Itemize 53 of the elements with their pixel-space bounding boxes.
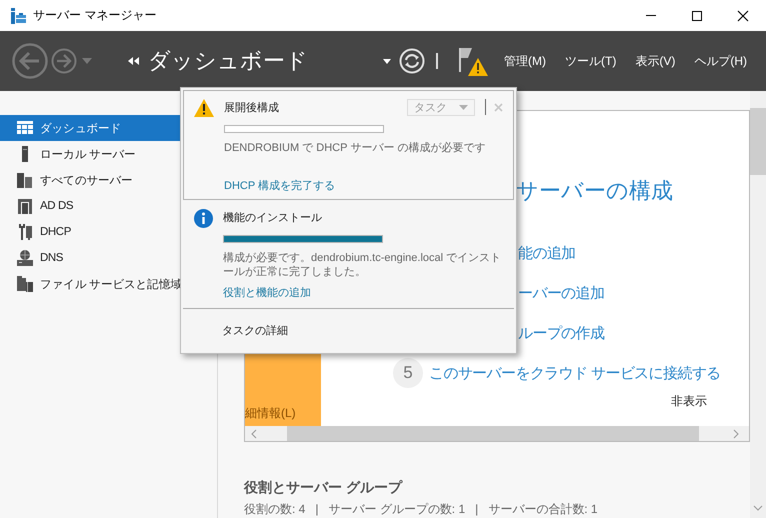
scrollbar-thumb[interactable]: [750, 108, 766, 175]
step-link[interactable]: このサーバーをクラウド サービスに接続する: [429, 364, 721, 382]
task-details-link[interactable]: タスクの詳細: [222, 323, 288, 338]
caret-icon: [82, 58, 92, 64]
menu-item[interactable]: 表示(V): [635, 52, 676, 70]
maximize-icon: [691, 10, 703, 22]
chevron-down-icon: [753, 505, 763, 511]
info-icon: [194, 209, 213, 228]
step-link[interactable]: 能の追加: [518, 244, 576, 262]
refresh-icon: [399, 48, 425, 74]
notifications-button[interactable]: [458, 46, 488, 76]
menu-item[interactable]: ヘルプ(H): [694, 52, 747, 70]
hide-link[interactable]: 非表示: [671, 393, 707, 410]
horizontal-scrollbar[interactable]: [245, 426, 749, 441]
wrench-server-icon: [17, 224, 33, 240]
notification-title: 展開後構成: [224, 100, 280, 114]
quick-start-heading: サーバーの構成: [516, 177, 674, 205]
caret-icon: [383, 58, 391, 64]
chevron-left-icon: [251, 428, 257, 438]
server-manager-icon: [10, 8, 26, 24]
servers-icon: [17, 172, 33, 188]
flag-warning-icon: [458, 46, 488, 76]
step-link[interactable]: ループの作成: [518, 324, 604, 342]
globe-server-icon: [17, 250, 33, 266]
back-button[interactable]: [12, 43, 48, 79]
chevron-right-icon: [733, 428, 739, 438]
refresh-button[interactable]: [399, 48, 425, 74]
roles-summary: 役割の数: 4 | サーバー グループの数: 1 | サーバーの合計数: 1: [244, 501, 599, 518]
learn-more-link[interactable]: 細情報(L): [245, 405, 296, 422]
step-number: 5: [393, 358, 423, 388]
action-link[interactable]: DHCP 構成を完了する: [224, 178, 336, 193]
forward-button[interactable]: [51, 48, 77, 74]
history-dropdown-button[interactable]: [82, 58, 92, 64]
menu-item[interactable]: 管理(M): [504, 52, 546, 70]
minimize-icon: [646, 15, 656, 16]
breadcrumb-title: ダッシュボード: [148, 47, 308, 75]
server-frame-icon: [17, 198, 33, 214]
close-button[interactable]: [494, 102, 503, 112]
folder-server-icon: [17, 276, 33, 292]
grid-icon: [17, 120, 33, 136]
step-link[interactable]: ーバーの追加: [518, 284, 604, 302]
notification-title: 機能のインストール: [223, 210, 323, 224]
notification-message: 構成が必要です。dendrobium.tc-engine.local でインストールが正常に完了しました。: [223, 251, 502, 279]
section-title: 役割とサーバー グループ: [244, 479, 404, 497]
window-title: サーバー マネージャー: [33, 7, 156, 24]
notification-message: DENDROBIUM で DHCP サーバー の構成が必要です: [224, 141, 486, 155]
menu-item[interactable]: ツール(T): [565, 52, 616, 70]
view-dropdown-button[interactable]: [383, 58, 391, 64]
close-icon: [494, 102, 503, 112]
action-link[interactable]: 役割と機能の追加: [223, 285, 311, 300]
double-arrow-icon: [128, 57, 140, 65]
warning-icon: [194, 99, 214, 117]
close-icon: [737, 10, 749, 22]
